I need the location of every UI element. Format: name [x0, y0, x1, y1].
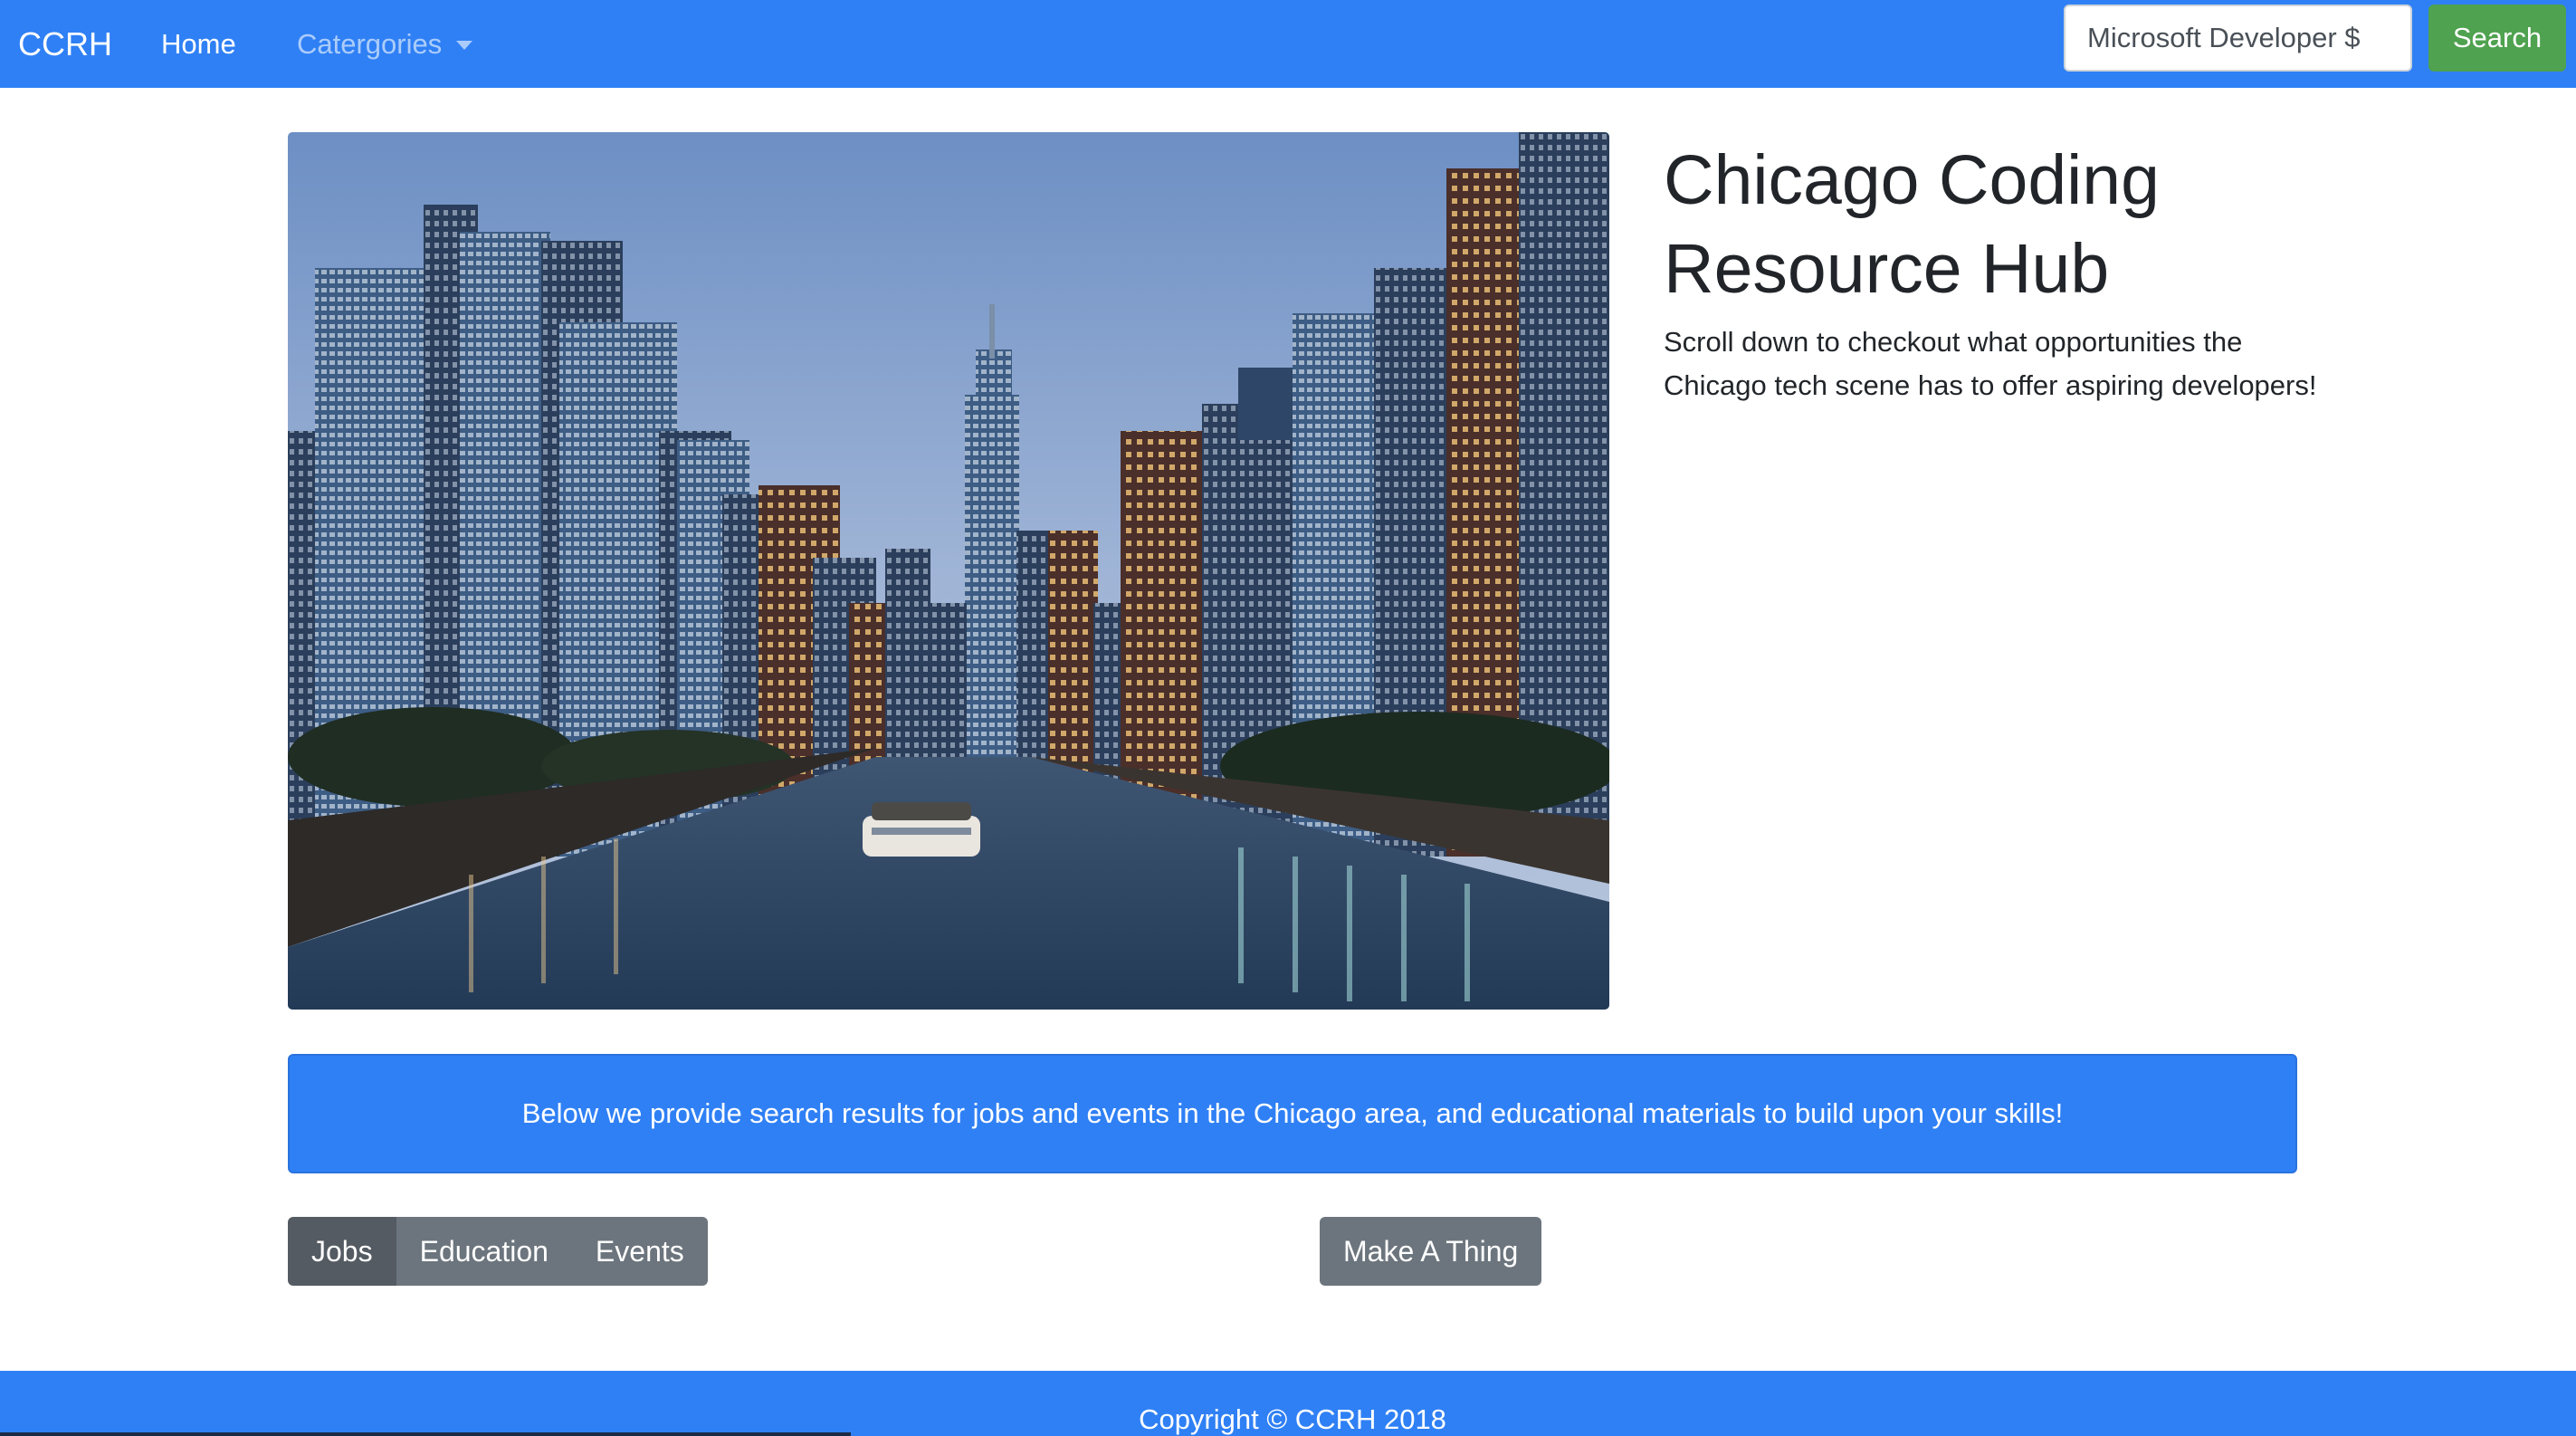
info-banner-text: Below we provide search results for jobs…: [521, 1097, 2064, 1129]
search-button[interactable]: Search: [2428, 5, 2566, 72]
nav-home-link[interactable]: Home: [161, 0, 236, 88]
footer: Copyright © CCRH 2018: [0, 1371, 2576, 1436]
copyright-text: Copyright © CCRH 2018: [1139, 1403, 1446, 1435]
navbar: CCRH Home Catergories Search: [0, 0, 2576, 88]
caret-down-icon: [456, 40, 473, 50]
category-tab-group: Jobs Education Events: [288, 1217, 708, 1286]
tab-events[interactable]: Events: [571, 1217, 708, 1286]
brand-link[interactable]: CCRH: [18, 0, 112, 88]
tab-education[interactable]: Education: [396, 1217, 572, 1286]
footer-divider: [0, 1432, 851, 1436]
hero-description: Scroll down to checkout what opportuniti…: [1664, 326, 2317, 401]
page-title: Chicago Coding Resource Hub: [1664, 141, 2160, 308]
info-banner: Below we provide search results for jobs…: [288, 1054, 2297, 1173]
city-skyline-image: [288, 132, 1609, 1010]
search-input[interactable]: [2064, 5, 2412, 72]
nav-categories-dropdown[interactable]: Catergories: [297, 0, 473, 88]
make-a-thing-button[interactable]: Make A Thing: [1320, 1217, 1542, 1286]
tab-jobs[interactable]: Jobs: [288, 1217, 396, 1286]
city-skyline-illustration: [288, 132, 1609, 1010]
nav-categories-label: Catergories: [297, 28, 443, 60]
